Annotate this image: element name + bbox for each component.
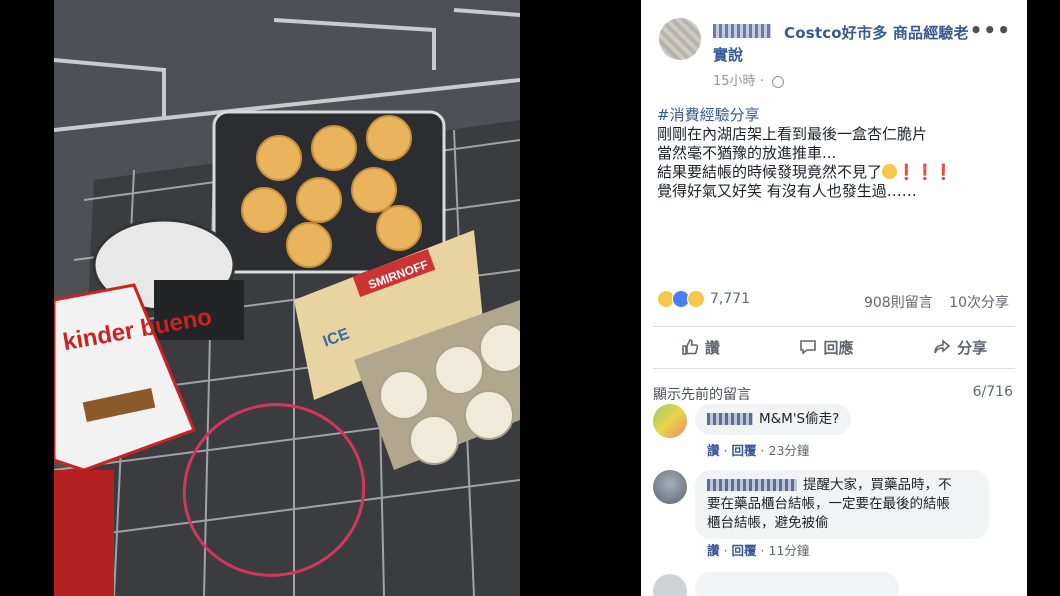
post-line: 剛剛在內湖店架上看到最後一盒杏仁脆片 <box>657 125 928 143</box>
comment-time[interactable]: 11分鐘 <box>769 543 810 558</box>
poster-avatar[interactable] <box>659 18 701 60</box>
commenter-name-blurred[interactable] <box>707 413 753 425</box>
cart-illustration: SMIRNOFF ICE kinder bueno <box>54 0 520 596</box>
wow-reaction-icon <box>687 290 705 308</box>
poster-name-blurred[interactable] <box>713 24 771 38</box>
group-name-link[interactable]: Costco好市多 商品經驗老 <box>784 22 969 43</box>
comment-text: 櫃台結帳，避免被偷 <box>707 515 829 531</box>
comment-like-link[interactable]: 讚 <box>707 543 720 558</box>
post-body: #消費經驗分享 剛剛在內湖店架上看到最後一盒杏仁脆片 當然毫不猶豫的放進推車..… <box>657 106 1017 201</box>
comments-progress: 6/716 <box>972 384 1013 400</box>
divider <box>653 368 1015 369</box>
facebook-post-panel: Costco好市多 商品經驗老 實說 15小時 · ••• #消費經驗分享 剛剛… <box>641 0 1027 596</box>
comment-bubble <box>695 572 899 596</box>
comment-time[interactable]: 23分鐘 <box>769 443 810 458</box>
reactions-summary[interactable]: 7,771 <box>657 290 750 308</box>
reaction-count: 7,771 <box>710 291 751 307</box>
comment-meta: 讚 · 回覆 · 23分鐘 <box>707 443 810 458</box>
comment-text: 要在藥品櫃台結帳，一定要在最後的結帳 <box>707 496 950 512</box>
like-button[interactable]: 讚 <box>681 332 720 362</box>
shares-count[interactable]: 10次分享 <box>949 295 1009 311</box>
share-button[interactable]: 分享 <box>933 332 987 362</box>
comment-bubble: 提醒大家，買藥品時，不 要在藥品櫃台結帳，一定要在最後的結帳 櫃台結帳，避免被偷 <box>695 470 989 539</box>
comment-like-link[interactable]: 讚 <box>707 443 720 458</box>
post-meta: 15小時 · <box>713 70 784 89</box>
thumbs-up-icon <box>682 339 699 355</box>
post-line: 當然毫不猶豫的放進推車... <box>657 144 837 162</box>
comment-text: 提醒大家，買藥品時，不 <box>803 477 952 493</box>
show-previous-comments[interactable]: 顯示先前的留言 <box>653 384 751 404</box>
comment-bubble: M&M'S偷走? <box>695 404 852 435</box>
shopping-cart-photo[interactable]: SMIRNOFF ICE kinder bueno <box>54 0 520 596</box>
post-actions: 讚 回應 分享 <box>641 332 1027 362</box>
post-time[interactable]: 15小時 <box>713 74 756 89</box>
hashtag[interactable]: #消費經驗分享 <box>657 106 1017 125</box>
commenter-avatar[interactable] <box>653 470 687 504</box>
post-line: 覺得好氣又好笑 有沒有人也發生過…… <box>657 182 917 200</box>
commenter-avatar[interactable] <box>653 574 687 596</box>
share-arrow-icon <box>934 339 951 354</box>
globe-icon <box>771 75 784 88</box>
comment-meta: 讚 · 回覆 · 11分鐘 <box>707 543 810 558</box>
commenter-name-blurred[interactable] <box>707 479 797 491</box>
more-dots-icon[interactable]: ••• <box>970 18 1011 42</box>
exclamation-icons: ❗❗❗ <box>897 163 954 181</box>
comments-count[interactable]: 908則留言 <box>864 295 933 311</box>
screaming-emoji-icon <box>882 164 898 179</box>
comment-text: M&M'S偷走? <box>759 411 840 427</box>
comment-reply-link[interactable]: 回覆 <box>732 543 757 558</box>
comment-button[interactable]: 回應 <box>799 332 853 362</box>
commenter-avatar[interactable] <box>653 404 687 438</box>
comment-icon <box>800 340 817 355</box>
divider <box>653 326 1015 327</box>
post-stats: 908則留言 10次分享 <box>852 292 1009 312</box>
comment-reply-link[interactable]: 回覆 <box>732 443 757 458</box>
group-name-link-cont[interactable]: 實說 <box>713 44 743 65</box>
post-line: 結果要結帳的時候發現竟然不見了 ❗❗❗ <box>657 163 954 181</box>
